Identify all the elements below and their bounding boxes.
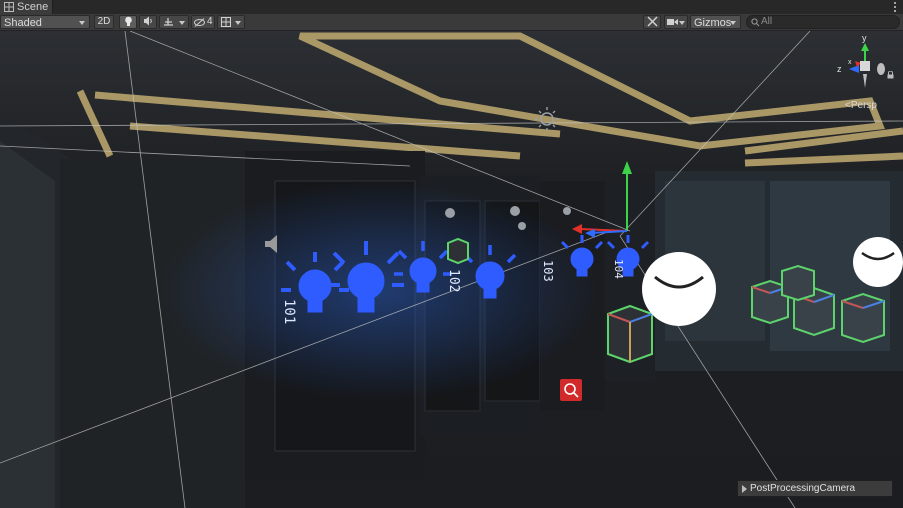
search-placeholder: All xyxy=(761,16,773,27)
tools-button[interactable] xyxy=(643,15,661,29)
grid-icon xyxy=(221,17,231,27)
grid-settings-button[interactable] xyxy=(217,15,245,29)
search-icon xyxy=(751,18,760,27)
search-input[interactable]: All xyxy=(746,15,900,29)
rack-label-101: 101 xyxy=(281,299,297,325)
hidden-count: 4 xyxy=(207,16,213,27)
lock-icon[interactable] xyxy=(887,71,894,79)
shading-mode-dropdown[interactable]: Shaded xyxy=(0,15,90,29)
gizmos-dropdown[interactable]: Gizmos xyxy=(690,15,741,29)
effects-icon xyxy=(164,18,173,26)
gizmos-label: Gizmos xyxy=(694,17,732,29)
expand-arrow-icon[interactable] xyxy=(742,485,747,493)
eye-slash-icon xyxy=(194,18,205,27)
lightbulb-icon xyxy=(124,16,132,26)
chevron-down-icon xyxy=(679,21,685,25)
scene-toolbar: Shaded 2D 4 Gizmos All xyxy=(0,14,903,31)
tab-scene[interactable]: Scene xyxy=(0,0,53,14)
rack-label-103: 103 xyxy=(541,260,555,282)
scene-viewport[interactable]: 101 102 103 104 y z x <Persp PostProcess… xyxy=(0,31,903,508)
camera-overlay-panel[interactable]: PostProcessingCamera xyxy=(737,480,893,497)
2d-toggle-button[interactable]: 2D xyxy=(94,15,114,29)
camera-icon xyxy=(667,19,678,25)
tab-bar: Scene xyxy=(0,0,903,14)
more-options-icon[interactable] xyxy=(893,1,897,13)
chevron-down-icon xyxy=(730,21,736,25)
projection-label: Persp xyxy=(850,100,877,111)
camera-overlay-title: PostProcessingCamera xyxy=(750,483,856,494)
gizmo-axis-z: z xyxy=(837,64,842,74)
speaker-icon xyxy=(143,16,152,26)
shading-mode-value: Shaded xyxy=(4,17,42,29)
chevron-down-icon xyxy=(79,21,85,25)
camera-settings-button[interactable] xyxy=(664,15,688,29)
effects-dropdown-button[interactable] xyxy=(159,15,189,29)
rack-label-102: 102 xyxy=(446,269,461,293)
projection-toggle[interactable]: <Persp xyxy=(845,100,877,111)
hidden-objects-button[interactable]: 4 xyxy=(191,15,215,29)
chevron-down-icon xyxy=(179,21,185,25)
rack-label-104: 104 xyxy=(612,259,625,279)
chevron-down-icon xyxy=(235,21,241,25)
lighting-toggle-button[interactable] xyxy=(119,15,137,29)
gizmo-axis-x: x xyxy=(848,59,852,66)
scene-grid-icon xyxy=(4,2,14,12)
tab-scene-label: Scene xyxy=(17,1,49,13)
gizmo-axis-y: y xyxy=(862,33,867,43)
wrench-icon xyxy=(646,16,658,27)
camera-search-gizmo xyxy=(560,379,582,401)
audio-toggle-button[interactable] xyxy=(139,15,157,29)
orientation-gizmo[interactable] xyxy=(835,34,895,94)
